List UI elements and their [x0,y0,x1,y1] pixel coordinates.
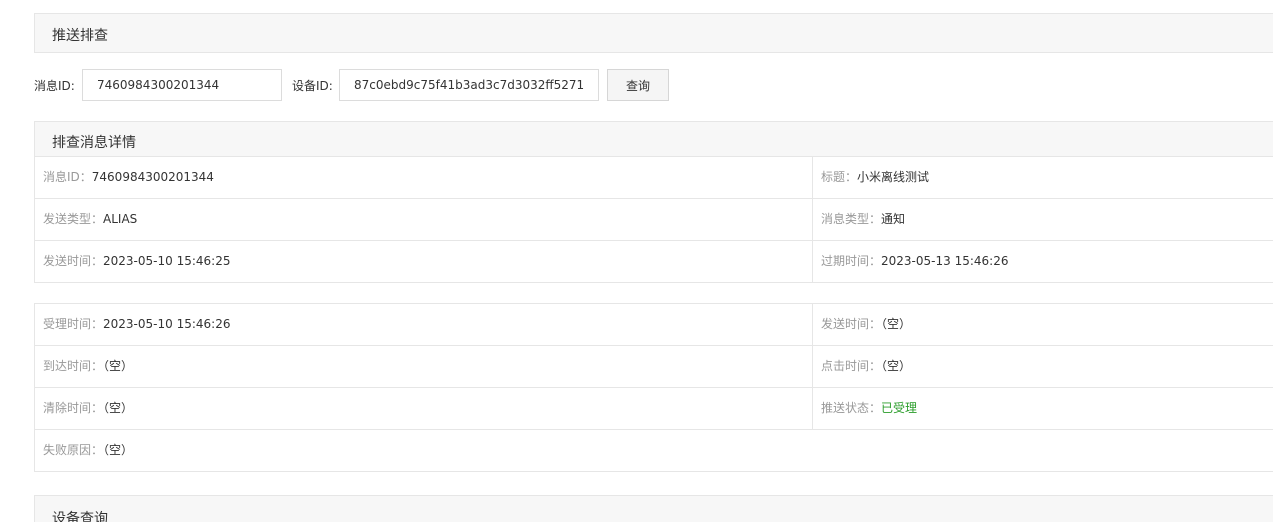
detail-value: （空） [103,359,134,373]
table-row: 发送时间：2023-05-10 15:46:25 过期时间：2023-05-13… [35,241,1273,283]
query-button[interactable]: 查询 [607,69,669,101]
detail-value: （空） [881,359,912,373]
detail-label: 过期时间： [821,254,882,268]
detail-cell: 标题：小米离线测试 [813,157,1273,198]
table-row: 失败原因：（空） [35,430,1273,472]
detail-value: 2023-05-13 15:46:26 [881,254,1009,268]
details-title: 排查消息详情 [52,135,136,151]
detail-value: （空） [881,317,912,331]
detail-value: 7460984300201344 [91,170,214,184]
detail-value: （空） [103,401,134,415]
device-id-label: 设备ID: [292,79,333,93]
msg-id-input[interactable] [82,69,282,101]
detail-label: 发送时间： [43,254,104,268]
device-query-title: 设备查询 [52,511,108,522]
detail-label: 推送状态： [821,401,882,415]
detail-label: 发送类型： [43,212,104,226]
table-row: 清除时间：（空） 推送状态：已受理 [35,388,1273,430]
fail-reason-label: 失败原因： [43,443,104,457]
detail-cell: 发送时间：2023-05-10 15:46:25 [35,241,813,282]
device-id-input[interactable] [339,69,599,101]
detail-cell: 清除时间：（空） [35,388,813,429]
fail-reason-value: （空） [103,443,134,457]
detail-cell: 消息类型：通知 [813,199,1273,240]
detail-label: 消息类型： [821,212,882,226]
push-check-header: 推送排查 [34,13,1273,53]
push-status-value: 已受理 [881,401,918,415]
detail-label: 发送时间： [821,317,882,331]
detail-cell: 受理时间：2023-05-10 15:46:26 [35,304,813,345]
details-grid-timeline: 受理时间：2023-05-10 15:46:26 发送时间：（空） 到达时间：（… [34,303,1273,472]
detail-label: 到达时间： [43,359,104,373]
detail-value: 2023-05-10 15:46:25 [103,254,231,268]
details-header: 排查消息详情 [34,121,1273,157]
detail-label: 受理时间： [43,317,104,331]
detail-cell: 发送类型：ALIAS [35,199,813,240]
search-form: 消息ID: 设备ID: 查询 [0,69,1273,101]
table-row: 到达时间：（空） 点击时间：（空） [35,346,1273,388]
detail-value: ALIAS [103,212,138,226]
detail-value: 2023-05-10 15:46:26 [103,317,231,331]
detail-label: 清除时间： [43,401,104,415]
table-row: 发送类型：ALIAS 消息类型：通知 [35,199,1273,241]
detail-value: 小米离线测试 [857,170,930,184]
detail-label: 消息ID： [43,170,92,184]
push-check-title: 推送排查 [52,28,108,44]
detail-cell: 过期时间：2023-05-13 15:46:26 [813,241,1273,282]
device-query-header: 设备查询 [34,495,1273,522]
msg-id-label: 消息ID: [34,79,75,93]
detail-cell: 发送时间：（空） [813,304,1273,345]
details-grid-basic: 消息ID：7460984300201344 标题：小米离线测试 发送类型：ALI… [34,157,1273,283]
detail-label: 标题： [821,170,858,184]
detail-cell: 推送状态：已受理 [813,388,1273,429]
detail-value: 通知 [881,212,906,226]
table-row: 消息ID：7460984300201344 标题：小米离线测试 [35,157,1273,199]
detail-cell: 点击时间：（空） [813,346,1273,387]
detail-cell: 消息ID：7460984300201344 [35,157,813,198]
table-row: 受理时间：2023-05-10 15:46:26 发送时间：（空） [35,304,1273,346]
detail-cell: 到达时间：（空） [35,346,813,387]
detail-cell: 失败原因：（空） [35,430,1273,471]
detail-label: 点击时间： [821,359,882,373]
